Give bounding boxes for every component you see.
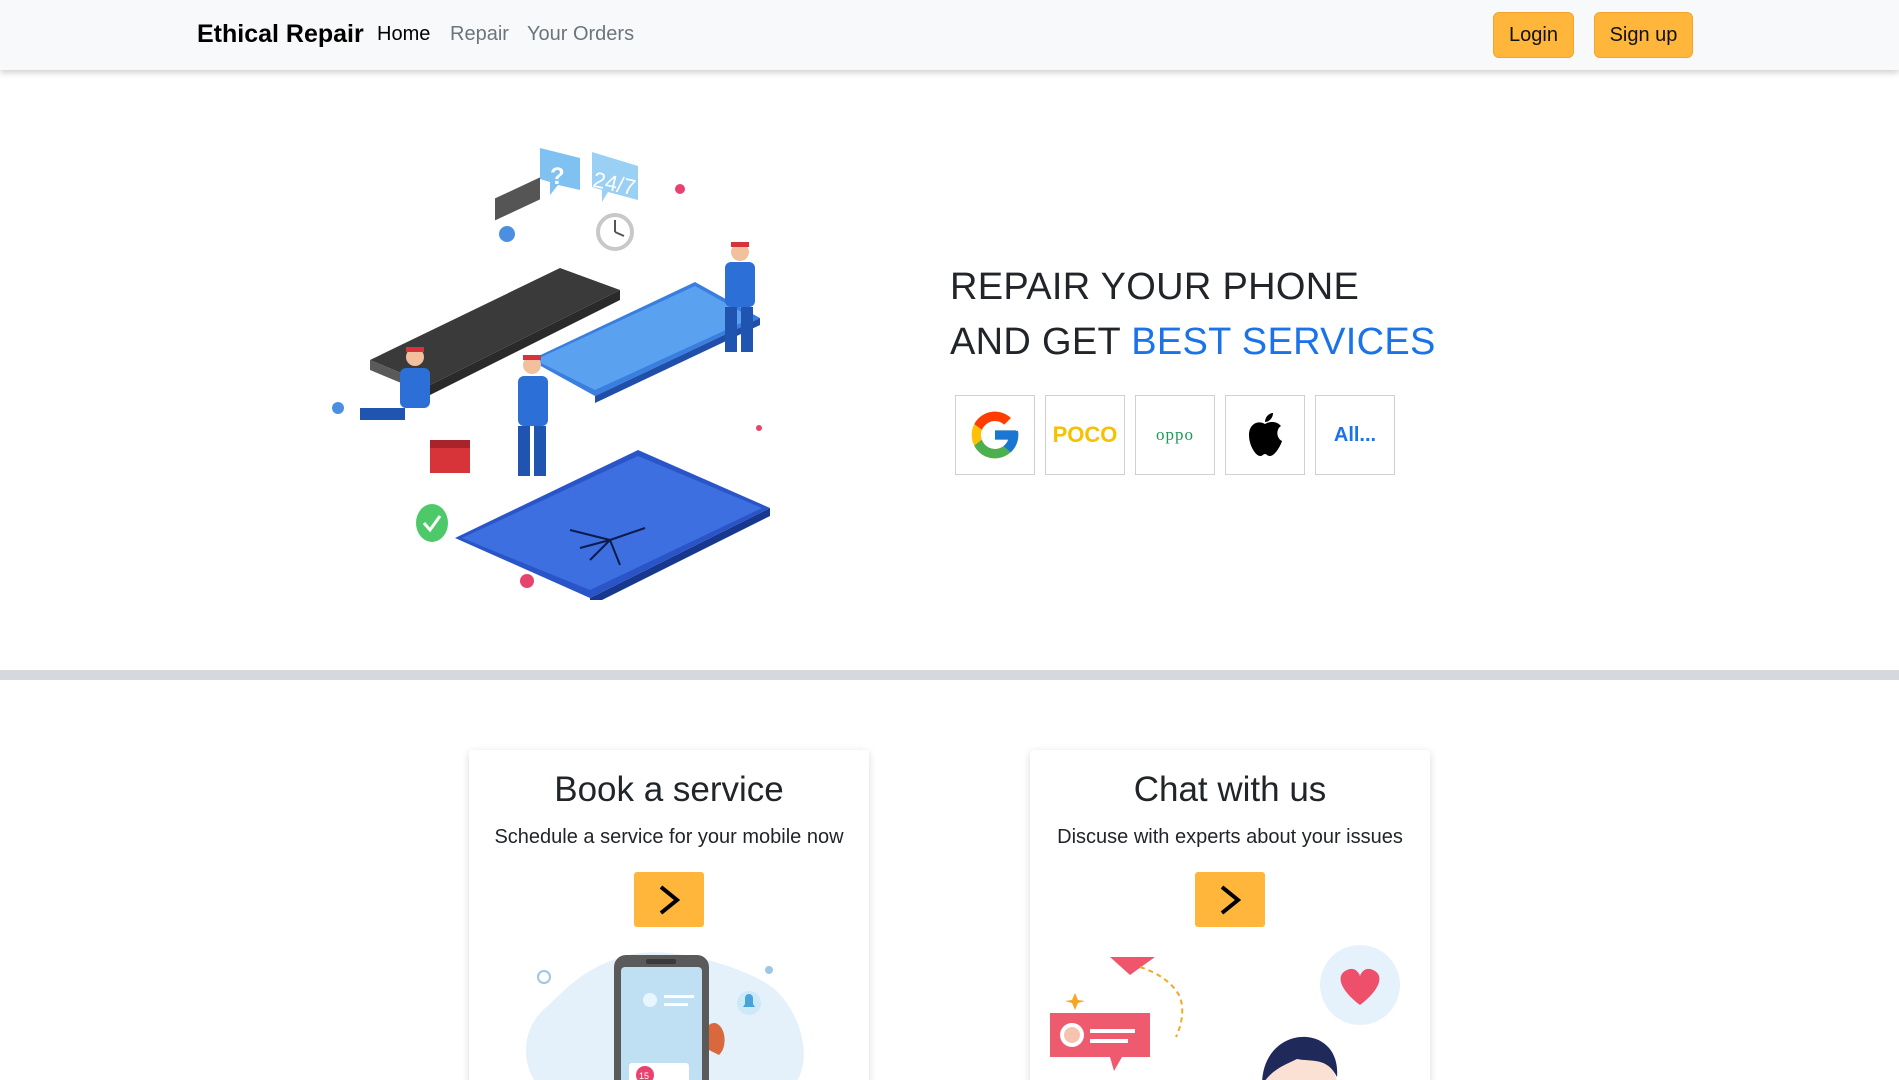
all-brands-text: All... (1333, 423, 1377, 446)
brand-tile-google[interactable] (955, 395, 1035, 475)
card-title: Chat with us (1133, 770, 1327, 809)
card-title: Book a service (554, 770, 784, 809)
help-bubble-label: ? (550, 163, 565, 190)
hero-headline-highlight: BEST SERVICES (1131, 321, 1436, 363)
nav-link-repair[interactable]: Repair (450, 23, 509, 46)
brand-tile-oppo[interactable]: oppo (1135, 395, 1215, 475)
section-divider (0, 670, 1899, 680)
brand-tile-poco[interactable]: POCO (1045, 395, 1125, 475)
chat-button[interactable] (1195, 872, 1265, 927)
brand-tile-apple[interactable] (1225, 395, 1305, 475)
book-service-button[interactable] (634, 872, 704, 927)
chevron-right-icon (1220, 884, 1242, 915)
calendar-date-badge: 15 (639, 1071, 649, 1080)
hero-headline-prefix: AND GET (950, 321, 1132, 363)
top-navbar: Ethical Repair Home Repair Your Orders L… (0, 0, 1899, 70)
brand-tiles: POCO oppo All... (955, 395, 1395, 475)
brand-tile-all[interactable]: All... (1315, 395, 1395, 475)
chat-card: Chat with us Discuse with experts about … (1030, 750, 1430, 1080)
login-button[interactable]: Login (1493, 12, 1574, 58)
oppo-logo-text: oppo (1156, 425, 1194, 444)
hero-headline-line1: REPAIR YOUR PHONE (950, 266, 1360, 308)
phone-repair-illustration: ? 24/7 (332, 148, 770, 600)
nav-link-your-orders[interactable]: Your Orders (527, 23, 634, 46)
card-text: Discuse with experts about your issues (1057, 826, 1403, 848)
book-service-card: Book a service Schedule a service for yo… (469, 750, 869, 1080)
booking-phone-illustration: 15 (525, 952, 804, 1080)
nav-link-home[interactable]: Home (377, 23, 430, 46)
chat-illustration (1050, 945, 1400, 1080)
apple-logo-icon (1249, 413, 1282, 456)
google-logo-icon (971, 411, 1019, 459)
poco-logo-text: POCO (1052, 422, 1118, 447)
signup-button[interactable]: Sign up (1594, 12, 1693, 58)
chevron-right-icon (659, 884, 681, 915)
worker-figure (725, 242, 755, 352)
worker-figure (518, 355, 548, 476)
card-text: Schedule a service for your mobile now (494, 826, 844, 848)
hero-headline-line2: AND GET BEST SERVICES (950, 321, 1436, 364)
brand-link[interactable]: Ethical Repair (197, 20, 364, 49)
